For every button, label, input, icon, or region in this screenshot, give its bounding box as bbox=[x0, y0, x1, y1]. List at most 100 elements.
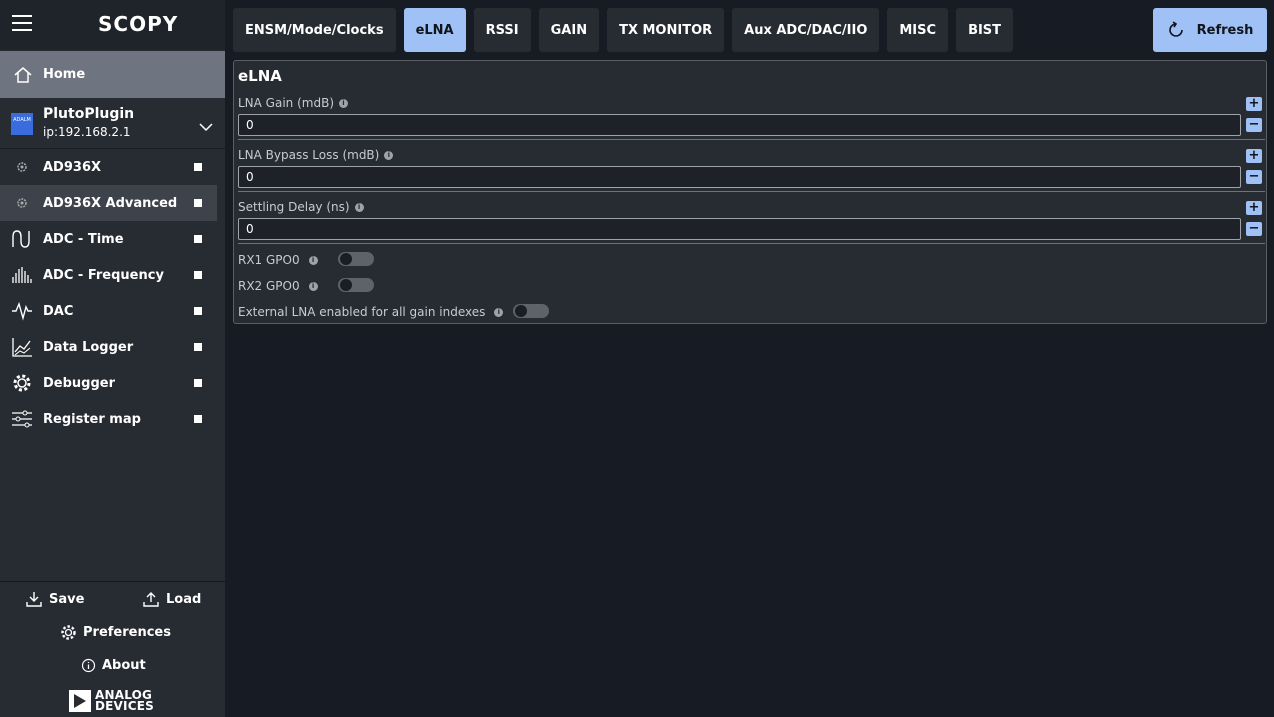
lna-gain-label: LNA Gain (mdB) i bbox=[238, 96, 348, 110]
lna-gain-increment-button[interactable]: + bbox=[1246, 97, 1262, 111]
refresh-label: Refresh bbox=[1196, 22, 1254, 38]
sidebar-item-adc-frequency[interactable]: ADC - Frequency bbox=[0, 257, 217, 293]
tool-status-indicator bbox=[194, 343, 202, 351]
lna-bypass-loss-increment-button[interactable]: + bbox=[1246, 149, 1262, 163]
tab-tx-monitor[interactable]: TX MONITOR bbox=[607, 8, 725, 52]
toggle-label-text: RX2 GPO0 bbox=[238, 279, 300, 293]
toggle-label-text: RX1 GPO0 bbox=[238, 253, 300, 267]
sidebar-item-register-map[interactable]: Register map bbox=[0, 401, 217, 437]
tool-status-indicator bbox=[194, 307, 202, 315]
tab-elna[interactable]: eLNA bbox=[403, 8, 466, 52]
external-lna-label: External LNA enabled for all gain indexe… bbox=[238, 305, 504, 319]
app-logo: SCOPY bbox=[98, 12, 179, 36]
preferences-button[interactable]: Preferences bbox=[60, 624, 171, 641]
sidebar-item-label: Register map bbox=[43, 411, 141, 427]
settling-delay-input[interactable]: 0 bbox=[238, 218, 1241, 240]
external-lna-toggle[interactable] bbox=[513, 304, 549, 318]
info-icon[interactable]: i bbox=[494, 307, 504, 317]
lna-bypass-loss-decrement-button[interactable]: − bbox=[1246, 170, 1262, 184]
divider bbox=[238, 191, 1265, 192]
analog-devices-logo: ANALOG DEVICES bbox=[69, 689, 154, 713]
preferences-label: Preferences bbox=[83, 625, 171, 640]
spectrum-icon bbox=[11, 264, 33, 286]
sidebar-item-label: ADC - Frequency bbox=[43, 267, 164, 283]
divider bbox=[238, 243, 1265, 244]
gear-icon bbox=[11, 372, 33, 394]
info-icon[interactable]: i bbox=[339, 98, 348, 108]
lna-bypass-loss-input[interactable]: 0 bbox=[238, 166, 1241, 188]
tab-gain[interactable]: GAIN bbox=[538, 8, 600, 52]
rx1-gpo0-label: RX1 GPO0 i bbox=[238, 253, 318, 267]
sidebar-item-ad936x-advanced[interactable]: AD936X Advanced bbox=[0, 185, 217, 221]
rx2-gpo0-toggle[interactable] bbox=[338, 278, 374, 292]
about-label: About bbox=[102, 658, 146, 673]
sidebar-item-label: ADC - Time bbox=[43, 231, 124, 247]
logger-chart-icon bbox=[11, 336, 33, 358]
sidebar-item-debugger[interactable]: Debugger bbox=[0, 365, 217, 401]
sidebar-item-label: Debugger bbox=[43, 375, 116, 391]
sidebar-item-label: AD936X bbox=[43, 159, 102, 175]
elna-panel: eLNA LNA Gain (mdB) i 0 + − LNA Bypass L… bbox=[233, 60, 1267, 324]
tool-status-indicator bbox=[194, 199, 202, 207]
sidebar-item-adc-time[interactable]: ADC - Time bbox=[0, 221, 217, 257]
refresh-icon bbox=[1168, 21, 1183, 37]
tab-bar: ENSM/Mode/Clocks eLNA RSSI GAIN TX MONIT… bbox=[233, 8, 1021, 52]
info-icon[interactable]: i bbox=[384, 150, 394, 160]
device-name: PlutoPlugin bbox=[43, 106, 135, 122]
panel-title: eLNA bbox=[238, 67, 282, 85]
tool-status-indicator bbox=[194, 163, 202, 171]
load-button[interactable]: Load bbox=[142, 590, 201, 608]
toggle-label-text: External LNA enabled for all gain indexe… bbox=[238, 305, 486, 319]
save-label: Save bbox=[49, 591, 85, 607]
rx2-gpo0-label: RX2 GPO0 i bbox=[238, 279, 318, 293]
download-icon bbox=[26, 592, 42, 607]
tool-status-indicator bbox=[194, 235, 202, 243]
analog-devices-logo-icon bbox=[69, 690, 91, 712]
load-label: Load bbox=[166, 591, 202, 607]
field-label-text: Settling Delay (ns) bbox=[238, 200, 350, 214]
info-icon[interactable]: i bbox=[308, 281, 318, 291]
lna-gain-decrement-button[interactable]: − bbox=[1246, 118, 1262, 132]
upload-icon bbox=[143, 592, 159, 607]
tab-bist[interactable]: BIST bbox=[956, 8, 1014, 52]
tab-misc[interactable]: MISC bbox=[887, 8, 949, 52]
tab-aux-adc-dac-iio[interactable]: Aux ADC/DAC/IIO bbox=[732, 8, 880, 52]
chevron-down-icon[interactable] bbox=[199, 117, 213, 136]
info-icon[interactable]: i bbox=[308, 255, 318, 265]
save-button[interactable]: Save bbox=[25, 590, 84, 608]
info-icon bbox=[81, 658, 96, 673]
about-button[interactable]: About bbox=[81, 658, 146, 673]
tab-rssi[interactable]: RSSI bbox=[473, 8, 531, 52]
settling-delay-increment-button[interactable]: + bbox=[1246, 201, 1262, 215]
lna-gain-input[interactable]: 0 bbox=[238, 114, 1241, 136]
tool-status-indicator bbox=[194, 379, 202, 387]
device-ip: ip:192.168.2.1 bbox=[43, 125, 131, 139]
field-label-text: LNA Bypass Loss (mdB) bbox=[238, 148, 380, 162]
menu-icon[interactable] bbox=[12, 15, 32, 33]
brand-line: DEVICES bbox=[95, 699, 154, 713]
tool-status-indicator bbox=[194, 271, 202, 279]
sidebar-item-ad936x[interactable]: AD936X bbox=[0, 149, 217, 185]
sidebar-item-dac[interactable]: DAC bbox=[0, 293, 217, 329]
sidebar-item-label: Data Logger bbox=[43, 339, 134, 355]
gear-icon bbox=[61, 625, 76, 640]
field-label-text: LNA Gain (mdB) bbox=[238, 96, 334, 110]
rx1-gpo0-toggle[interactable] bbox=[338, 252, 374, 266]
sidebar-item-label: Home bbox=[43, 67, 86, 82]
sidebar-item-label: AD936X Advanced bbox=[43, 195, 178, 211]
tab-ensm-mode-clocks[interactable]: ENSM/Mode/Clocks bbox=[233, 8, 396, 52]
sidebar-item-home[interactable]: Home bbox=[0, 51, 225, 98]
home-icon bbox=[12, 64, 34, 86]
dac-wave-icon bbox=[11, 300, 33, 322]
settling-delay-decrement-button[interactable]: − bbox=[1246, 222, 1262, 236]
gear-small-icon bbox=[11, 156, 33, 178]
gear-small-icon bbox=[11, 192, 33, 214]
refresh-button[interactable]: Refresh bbox=[1153, 8, 1267, 52]
waveform-icon bbox=[11, 228, 33, 250]
device-entry[interactable]: ADALM PlutoPlugin ip:192.168.2.1 bbox=[0, 101, 225, 147]
divider bbox=[0, 581, 225, 582]
sidebar-item-label: DAC bbox=[43, 303, 74, 319]
divider bbox=[238, 139, 1265, 140]
info-icon[interactable]: i bbox=[354, 202, 364, 212]
sidebar-item-data-logger[interactable]: Data Logger bbox=[0, 329, 217, 365]
